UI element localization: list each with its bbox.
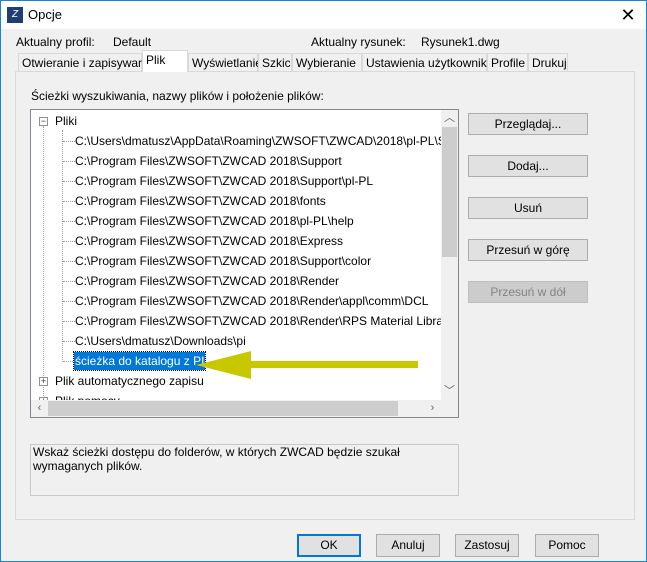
- tree-path-item[interactable]: C:\Program Files\ZWSOFT\ZWCAD 2018\Expre…: [75, 232, 343, 250]
- tree-path-item[interactable]: C:\Program Files\ZWSOFT\ZWCAD 2018\fonts: [75, 192, 326, 210]
- close-button[interactable]: ✕: [613, 3, 643, 27]
- tree-line: [63, 261, 75, 262]
- tab-7[interactable]: Drukuj: [528, 53, 568, 72]
- profile-value: Default: [113, 35, 152, 49]
- options-dialog: Z Opcje ✕ Aktualny profil: Default Aktua…: [0, 0, 647, 562]
- section-label: Ścieżki wyszukiwania, nazwy plików i poł…: [31, 89, 324, 103]
- tree-path-item[interactable]: C:\Users\dmatusz\Downloads\pi: [75, 332, 246, 350]
- arrow-annotation: [196, 351, 418, 379]
- side-button-1[interactable]: Dodaj...: [468, 155, 588, 177]
- tab-0[interactable]: Otwieranie i zapisywanie: [18, 53, 154, 72]
- tree-path-item[interactable]: C:\Program Files\ZWSOFT\ZWCAD 2018\Rende…: [75, 272, 339, 290]
- title-bar: Z Opcje ✕: [1, 1, 646, 29]
- tree-node-pliki[interactable]: Pliki: [55, 112, 77, 130]
- tab-2[interactable]: Wyświetlanie: [188, 53, 262, 72]
- side-button-3[interactable]: Przesuń w górę: [468, 239, 588, 261]
- tree-path-item[interactable]: C:\Program Files\ZWSOFT\ZWCAD 2018\Rende…: [75, 292, 428, 310]
- tree-line: [63, 141, 75, 142]
- apply-button[interactable]: Zastosuj: [455, 534, 519, 557]
- tree-path-item[interactable]: C:\Users\dmatusz\AppData\Roaming\ZWSOFT\…: [75, 132, 458, 150]
- tree-line: [63, 221, 75, 222]
- tree-line: [63, 181, 75, 182]
- scroll-up-icon[interactable]: ︿: [441, 110, 458, 127]
- drawing-label: Aktualny rysunek:: [311, 35, 406, 49]
- tree-path-item[interactable]: C:\Program Files\ZWSOFT\ZWCAD 2018\Suppo…: [75, 252, 371, 270]
- vertical-scrollbar[interactable]: ︿ ﹀: [441, 110, 458, 400]
- tree-path-edit-input[interactable]: ścieżka do katalogu z PI: [72, 351, 207, 371]
- tree-path-item[interactable]: C:\Program Files\ZWSOFT\ZWCAD 2018\pl-PL…: [75, 212, 354, 230]
- tree-line: [63, 301, 75, 302]
- arrow-shape: [196, 351, 418, 379]
- expand-icon[interactable]: +: [39, 377, 48, 386]
- tree-line: [63, 241, 75, 242]
- tree-line: [62, 130, 63, 362]
- tree-path-item[interactable]: C:\Program Files\ZWSOFT\ZWCAD 2018\Suppo…: [75, 152, 342, 170]
- window-title: Opcje: [28, 7, 62, 22]
- description-box: Wskaż ścieżki dostępu do folderów, w któ…: [30, 444, 459, 496]
- drawing-value: Rysunek1.dwg: [421, 35, 500, 49]
- horizontal-scrollbar[interactable]: ‹ ›: [31, 400, 441, 417]
- tab-5[interactable]: Ustawienia użytkownika: [362, 53, 493, 72]
- collapse-icon[interactable]: −: [39, 117, 48, 126]
- app-icon: Z: [7, 7, 23, 23]
- help-button[interactable]: Pomoc: [535, 534, 599, 557]
- horizontal-scroll-thumb[interactable]: [48, 401, 398, 416]
- tree-line: [43, 126, 44, 408]
- tab-3[interactable]: Szkic: [258, 53, 292, 72]
- tree-line: [63, 281, 75, 282]
- tree-line: [63, 341, 75, 342]
- scroll-left-icon[interactable]: ‹: [31, 400, 48, 417]
- scroll-corner: [441, 400, 458, 417]
- tab-1[interactable]: Plik: [142, 50, 188, 72]
- side-button-4[interactable]: Przesuń w dół: [468, 281, 588, 303]
- vertical-scroll-thumb[interactable]: [442, 127, 457, 257]
- ok-button[interactable]: OK: [297, 534, 361, 557]
- tab-6[interactable]: Profile: [487, 53, 528, 72]
- profile-label: Aktualny profil:: [16, 35, 95, 49]
- tree-path-item[interactable]: C:\Program Files\ZWSOFT\ZWCAD 2018\Rende…: [75, 312, 458, 330]
- cancel-button[interactable]: Anuluj: [376, 534, 440, 557]
- scroll-down-icon[interactable]: ﹀: [441, 383, 458, 400]
- tree-line: [63, 321, 75, 322]
- side-button-0[interactable]: Przeglądaj...: [468, 113, 588, 135]
- tree-line: [63, 201, 75, 202]
- scroll-right-icon[interactable]: ›: [424, 400, 441, 417]
- tree-line: [63, 161, 75, 162]
- tree-node[interactable]: Plik automatycznego zapisu: [55, 372, 204, 390]
- side-button-2[interactable]: Usuń: [468, 197, 588, 219]
- tree-path-item[interactable]: C:\Program Files\ZWSOFT\ZWCAD 2018\Suppo…: [75, 172, 373, 190]
- tab-4[interactable]: Wybieranie: [292, 53, 362, 72]
